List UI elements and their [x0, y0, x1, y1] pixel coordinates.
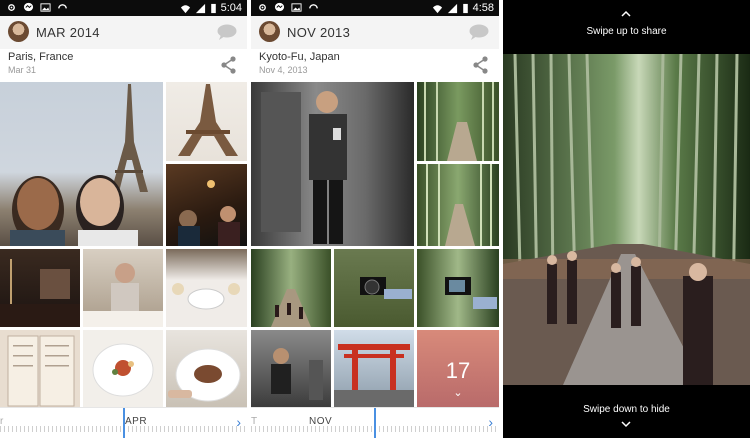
- timeline-month-label: APR: [125, 416, 148, 427]
- timeline-prev-label: r: [0, 416, 4, 427]
- photo-tile-bamboo-crowd[interactable]: [251, 249, 331, 327]
- share-icon[interactable]: [473, 56, 489, 74]
- chevron-up-icon[interactable]: [621, 10, 631, 17]
- timeline-month-label: NOV: [309, 416, 333, 427]
- swipe-up-hint: Swipe up to share: [586, 26, 667, 37]
- photo-viewer: Swipe up to share Swipe down to hide: [503, 0, 750, 438]
- photo-tile-restaurant[interactable]: [0, 249, 80, 327]
- battery-icon: [210, 3, 216, 13]
- status-time: 4:58: [472, 2, 494, 14]
- settings-icon: [259, 4, 266, 11]
- chat-bubble-icon[interactable]: [469, 24, 489, 40]
- chevron-right-icon[interactable]: ›: [236, 414, 241, 430]
- photo-tile-more-count[interactable]: 17 ⌄: [417, 330, 499, 409]
- photo-tile-night-people[interactable]: [166, 164, 247, 246]
- sync-icon: [309, 4, 318, 9]
- chevron-down-icon[interactable]: [621, 421, 631, 428]
- image-icon: [291, 3, 302, 12]
- bamboo-forest-photo[interactable]: [503, 54, 750, 385]
- place-date: Mar 31: [8, 65, 37, 75]
- photo-tile-bamboo-path-1[interactable]: [417, 82, 499, 161]
- photo-tile-dessert[interactable]: [83, 330, 163, 409]
- place-name: Kyoto-Fu, Japan: [259, 51, 340, 63]
- photo-tile-mirror-selfie[interactable]: [251, 82, 414, 246]
- photo-tile-plated-dish[interactable]: [166, 330, 247, 409]
- photo-tile-bamboo-path-2[interactable]: [417, 164, 499, 246]
- overflow-count: 17: [445, 358, 471, 383]
- photo-tile-torii-gate[interactable]: [334, 330, 414, 409]
- phone-screen-kyoto: 4:58 NOV 2013 Kyoto-Fu, Japan Nov 4, 201…: [251, 0, 499, 438]
- photo-tile-tower-detail[interactable]: [166, 82, 247, 161]
- timeline-cursor[interactable]: [374, 408, 376, 438]
- month-header: MAR 2014: [0, 16, 247, 49]
- photo-tile-woman-street[interactable]: [251, 330, 331, 409]
- timeline-prev-label: T: [251, 416, 258, 427]
- wifi-icon: [432, 4, 442, 13]
- page-title: MAR 2014: [36, 25, 100, 40]
- photo-tile-eiffel-selfie[interactable]: [0, 82, 163, 246]
- status-time: 5:04: [220, 2, 242, 14]
- signal-icon: [195, 3, 205, 13]
- chevron-down-icon: ⌄: [453, 387, 463, 399]
- settings-icon: [8, 4, 15, 11]
- battery-icon: [462, 3, 468, 13]
- place-name: Paris, France: [8, 51, 74, 63]
- signal-icon: [447, 3, 457, 13]
- chat-bubble-icon[interactable]: [217, 24, 237, 40]
- page-title: NOV 2013: [287, 25, 351, 40]
- month-header: NOV 2013: [251, 16, 499, 49]
- swipe-down-hint: Swipe down to hide: [583, 404, 670, 415]
- photo-tile-camera-bamboo[interactable]: [417, 249, 499, 327]
- timeline-scrubber[interactable]: T NOV ›: [251, 407, 499, 438]
- photo-tile-camera-closeup[interactable]: [334, 249, 414, 327]
- photo-tile-menu[interactable]: [0, 330, 80, 409]
- wifi-icon: [180, 4, 190, 13]
- messenger-icon: [23, 2, 34, 12]
- share-icon[interactable]: [221, 56, 237, 74]
- avatar[interactable]: [259, 21, 280, 42]
- chevron-right-icon[interactable]: ›: [488, 414, 493, 430]
- messenger-icon: [274, 2, 285, 12]
- avatar[interactable]: [8, 21, 29, 42]
- phone-screen-paris: 5:04 MAR 2014 Paris, France Mar 31 r APR: [0, 0, 247, 438]
- sync-icon: [58, 4, 67, 9]
- status-bar: 4:58: [251, 0, 499, 16]
- status-bar: 5:04: [0, 0, 247, 16]
- photo-tile-dining-man[interactable]: [83, 249, 163, 327]
- image-icon: [40, 3, 51, 12]
- timeline-scrubber[interactable]: r APR ›: [0, 407, 247, 438]
- place-date: Nov 4, 2013: [259, 65, 308, 75]
- photo-tile-table-setting[interactable]: [166, 249, 247, 327]
